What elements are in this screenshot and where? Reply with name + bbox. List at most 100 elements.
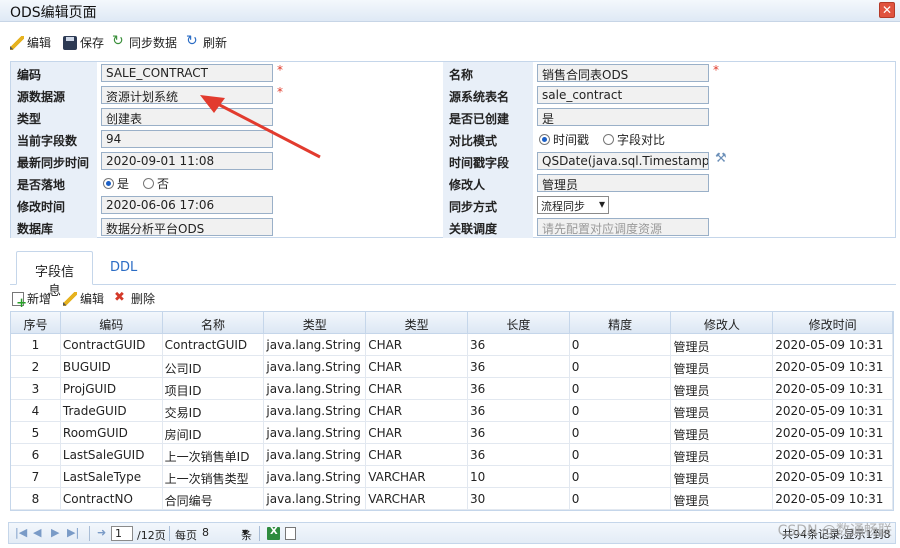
compare-timestamp-radio[interactable]: 时间戳 — [539, 131, 589, 148]
name-field[interactable]: 销售合同表ODS — [537, 64, 709, 82]
field-count-field[interactable]: 94 — [101, 130, 273, 148]
col-header[interactable]: 序号 — [11, 312, 61, 334]
radio-unchecked-icon — [143, 178, 155, 189]
table-cell: LastSaleType — [61, 466, 163, 488]
pencil-icon — [63, 291, 77, 306]
last-sync-field[interactable]: 2020-09-01 11:08 — [101, 152, 273, 170]
modifier-label: 修改人 — [443, 172, 533, 194]
col-header[interactable]: 修改人 — [671, 312, 774, 334]
edit-button[interactable]: 编辑 — [10, 34, 51, 51]
form-row-6: 是否落地 是 否 修改人 管理员 — [11, 172, 895, 194]
go-page-icon[interactable]: ➜ — [97, 526, 106, 539]
delete-icon — [114, 290, 128, 306]
schedule-field[interactable]: 请先配置对应调度资源 — [537, 218, 709, 236]
table-row[interactable]: 8 ContractNO 合同编号 java.lang.String VARCHAR 30… — [11, 488, 893, 510]
table-cell: 2 — [11, 356, 61, 378]
save-button[interactable]: 保存 — [63, 34, 104, 51]
landed-no-radio[interactable]: 否 — [143, 175, 169, 192]
compare-field-radio[interactable]: 字段对比 — [603, 131, 665, 148]
table-cell: java.lang.String — [264, 422, 367, 444]
table-cell: java.lang.String — [264, 334, 367, 356]
table-cell: 交易ID — [163, 400, 265, 422]
refresh-icon — [186, 33, 200, 50]
sync-data-button[interactable]: 同步数据 — [112, 33, 177, 51]
close-icon[interactable]: ✕ — [879, 2, 895, 18]
first-page-icon[interactable]: |◀ — [15, 526, 27, 539]
next-page-icon[interactable]: ▶ — [51, 526, 59, 539]
timestamp-field[interactable]: QSDate(java.sql.Timestamp) — [537, 152, 709, 170]
table-cell: 36 — [468, 378, 570, 400]
type-field[interactable]: 创建表 — [101, 108, 273, 126]
page-input[interactable]: 1 — [111, 526, 133, 541]
table-cell: 36 — [468, 422, 570, 444]
code-field[interactable]: SALE_CONTRACT — [101, 64, 273, 82]
delete-row-button[interactable]: 删除 — [114, 290, 155, 307]
sync-icon — [112, 33, 126, 50]
compare-opt1-label: 时间戳 — [553, 133, 590, 147]
tab-field-info[interactable]: 字段信息 — [16, 251, 93, 299]
table-row[interactable]: 3 ProjGUID 项目ID java.lang.String CHAR 36 0 管理员 2… — [11, 378, 893, 400]
edit-row-button[interactable]: 编辑 — [63, 290, 104, 307]
field-picker-icon[interactable] — [715, 151, 729, 167]
save-button-label: 保存 — [80, 36, 105, 50]
table-cell: 管理员 — [671, 378, 774, 400]
tab-ddl[interactable]: DDL — [98, 251, 149, 285]
edit-row-label: 编辑 — [80, 292, 105, 306]
table-row[interactable]: 2 BUGUID 公司ID java.lang.String CHAR 36 0 管理员 202… — [11, 356, 893, 378]
landed-group: 是 否 — [103, 175, 169, 192]
table-cell: java.lang.String — [264, 378, 367, 400]
last-page-icon[interactable]: ▶| — [67, 526, 79, 539]
source-field[interactable]: 资源计划系统 — [101, 86, 273, 104]
database-field[interactable]: 数据分析平台ODS — [101, 218, 273, 236]
form-row-2: 源数据源 资源计划系统 * 源系统表名 sale_contract — [11, 84, 895, 106]
col-header[interactable]: 精度 — [570, 312, 672, 334]
created-field[interactable]: 是 — [537, 108, 709, 126]
grid-header: 序号 编码 名称 类型 类型 长度 精度 修改人 修改时间 — [11, 312, 893, 334]
sync-mode-select[interactable]: 流程同步 — [537, 196, 609, 214]
col-header[interactable]: 类型 — [366, 312, 468, 334]
table-cell: 0 — [570, 466, 672, 488]
col-header[interactable]: 长度 — [468, 312, 570, 334]
table-cell: 0 — [570, 444, 672, 466]
table-cell: 0 — [570, 378, 672, 400]
table-cell: 3 — [11, 378, 61, 400]
table-row[interactable]: 5 RoomGUID 房间ID java.lang.String CHAR 36 0 管理员 2… — [11, 422, 893, 444]
table-cell: 2020-05-09 10:31 — [773, 488, 893, 510]
col-header[interactable]: 修改时间 — [773, 312, 893, 334]
total-pages: /12页 — [137, 529, 166, 542]
table-cell: ContractNO — [61, 488, 163, 510]
refresh-button[interactable]: 刷新 — [186, 33, 227, 51]
table-row[interactable]: 7 LastSaleType 上一次销售类型 java.lang.String VARC… — [11, 466, 893, 488]
table-cell: 公司ID — [163, 356, 265, 378]
col-header[interactable]: 类型 — [264, 312, 367, 334]
prev-page-icon[interactable]: ◀ — [33, 526, 41, 539]
excel-export-icon[interactable] — [267, 526, 280, 540]
source-table-field[interactable]: sale_contract — [537, 86, 709, 104]
table-cell: 36 — [468, 444, 570, 466]
table-row[interactable]: 1 ContractGUID ContractGUID java.lang.Strin… — [11, 334, 893, 356]
detail-tabs: 字段信息 DDL — [10, 251, 896, 299]
modifier-field[interactable]: 管理员 — [537, 174, 709, 192]
table-cell: VARCHAR — [366, 466, 468, 488]
delete-button-label: 删除 — [131, 292, 156, 306]
modified-time-label: 修改时间 — [11, 194, 97, 216]
table-cell: java.lang.String — [264, 466, 367, 488]
table-cell: 2020-05-09 10:31 — [773, 356, 893, 378]
document-icon[interactable] — [285, 527, 296, 540]
name-label: 名称 — [443, 62, 533, 84]
col-header[interactable]: 编码 — [61, 312, 163, 334]
table-cell: 30 — [468, 488, 570, 510]
col-header[interactable]: 名称 — [163, 312, 265, 334]
pager: |◀ ◀ ▶ ▶| ➜ 1 /12页 每页 8 条 — [8, 522, 896, 544]
table-row[interactable]: 4 TradeGUID 交易ID java.lang.String CHAR 36 0 管理员… — [11, 400, 893, 422]
add-row-button[interactable]: 新增 — [12, 290, 52, 311]
table-cell: 0 — [570, 334, 672, 356]
table-cell: 管理员 — [671, 356, 774, 378]
add-button-label: 新增 — [27, 292, 52, 306]
table-cell: CHAR — [366, 444, 468, 466]
modified-time-field[interactable]: 2020-06-06 17:06 — [101, 196, 273, 214]
landed-yes-radio[interactable]: 是 — [103, 175, 129, 192]
window-titlebar: ODS编辑页面 ✕ — [0, 0, 900, 22]
table-row[interactable]: 6 LastSaleGUID 上一次销售单ID java.lang.String CHA… — [11, 444, 893, 466]
table-cell: RoomGUID — [61, 422, 163, 444]
